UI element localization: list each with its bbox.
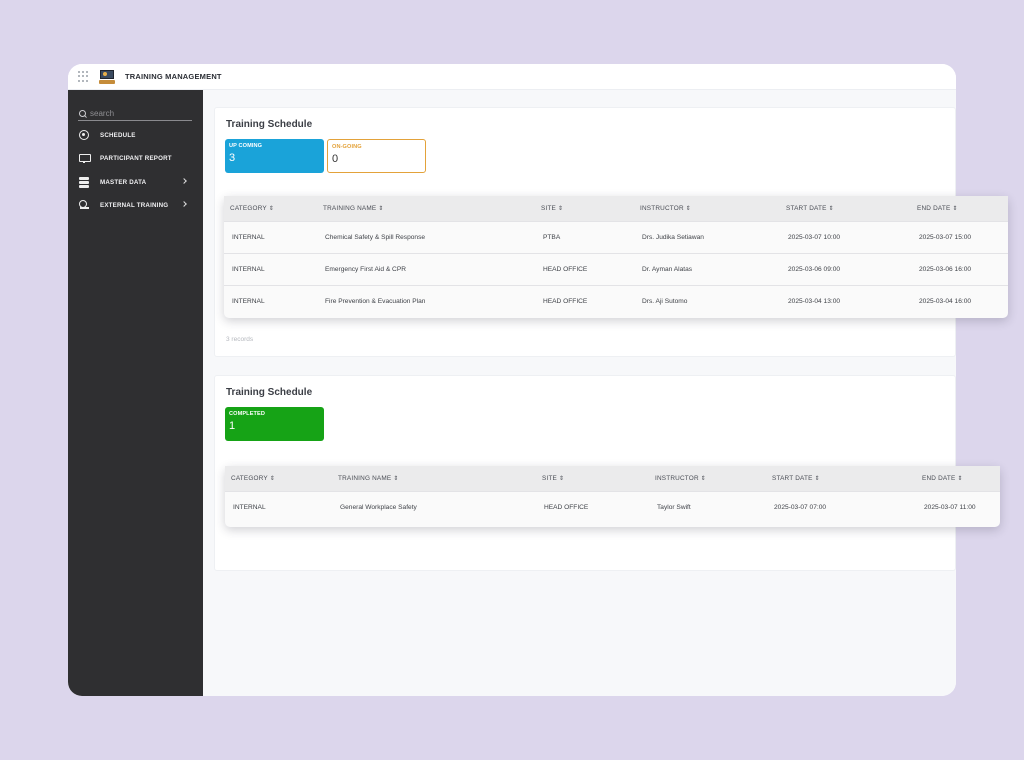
cell-site: HEAD OFFICE bbox=[536, 490, 649, 523]
app-window: TRAINING MANAGEMENT SCHEDULE PARTICIPANT… bbox=[68, 64, 956, 696]
table-row[interactable]: INTERNAL Fire Prevention & Evacuation Pl… bbox=[224, 284, 1008, 317]
sort-icon: ⇕ bbox=[814, 475, 820, 482]
sidebar-item-label: SCHEDULE bbox=[100, 131, 136, 139]
column-header-start-date[interactable]: START DATE ⇕ bbox=[766, 466, 916, 491]
sidebar-item-external-training[interactable]: EXTERNAL TRAINING bbox=[78, 198, 196, 212]
sidebar-item-schedule[interactable]: SCHEDULE bbox=[78, 128, 196, 142]
stat-card-upcoming[interactable]: UP COMING 3 bbox=[225, 139, 324, 173]
stat-card-completed[interactable]: COMPLETED 1 bbox=[225, 407, 324, 441]
stat-value: 3 bbox=[229, 152, 236, 164]
cell-category: INTERNAL bbox=[225, 490, 332, 523]
sidebar-item-label: EXTERNAL TRAINING bbox=[100, 201, 169, 209]
cell-site: HEAD OFFICE bbox=[535, 284, 634, 317]
column-header-start-date[interactable]: START DATE ⇕ bbox=[780, 196, 911, 221]
chevron-right-icon bbox=[181, 201, 187, 207]
cell-category: INTERNAL bbox=[224, 220, 317, 253]
upcoming-schedule-table: CATEGORY ⇕ TRAINING NAME ⇕ SITE ⇕ INSTRUCTO… bbox=[224, 196, 1008, 318]
stat-card-ongoing[interactable]: ON-GOING 0 bbox=[327, 139, 426, 173]
panel-title: Training Schedule bbox=[226, 387, 313, 398]
sort-icon: ⇕ bbox=[393, 475, 399, 482]
search-input[interactable] bbox=[90, 109, 190, 118]
cell-end-date: 2025-03-06 16:00 bbox=[911, 252, 1008, 285]
column-header-category[interactable]: CATEGORY ⇕ bbox=[224, 196, 317, 221]
sort-icon: ⇕ bbox=[828, 205, 834, 212]
column-header-instructor[interactable]: INSTRUCTOR ⇕ bbox=[634, 196, 780, 221]
sort-icon: ⇕ bbox=[685, 205, 692, 212]
panel-title: Training Schedule bbox=[226, 119, 313, 130]
cell-end-date: 2025-03-07 15:00 bbox=[911, 220, 1008, 253]
cell-site: PTBA bbox=[535, 220, 634, 253]
search-icon bbox=[79, 109, 87, 118]
column-header-site[interactable]: SITE ⇕ bbox=[535, 196, 634, 221]
table-row[interactable]: INTERNAL Emergency First Aid & CPR HEAD … bbox=[224, 252, 1008, 285]
stat-value: 1 bbox=[229, 420, 236, 432]
stat-label: ON-GOING bbox=[332, 144, 362, 150]
cell-start-date: 2025-03-06 09:00 bbox=[780, 252, 911, 285]
sort-icon: ⇕ bbox=[378, 205, 384, 212]
column-header-end-date[interactable]: END DATE ⇕ bbox=[911, 196, 1008, 221]
column-header-training-name[interactable]: TRAINING NAME ⇕ bbox=[317, 196, 535, 221]
cell-training-name: Chemical Safety & Spill Response bbox=[317, 220, 535, 253]
sort-icon: ⇕ bbox=[952, 205, 958, 212]
stat-label: COMPLETED bbox=[229, 411, 266, 417]
cell-training-name: Fire Prevention & Evacuation Plan bbox=[317, 284, 535, 317]
sidebar-item-master-data[interactable]: MASTER DATA bbox=[78, 175, 196, 189]
cell-instructor: Taylor Swift bbox=[649, 490, 766, 523]
sort-icon: ⇕ bbox=[957, 475, 963, 482]
main-content: Training Schedule UP COMING 3 ON-GOING 0… bbox=[203, 90, 956, 696]
sidebar-item-label: MASTER DATA bbox=[100, 178, 147, 186]
column-header-category[interactable]: CATEGORY ⇕ bbox=[225, 466, 332, 491]
cell-instructor: Drs. Judika Setiawan bbox=[634, 220, 780, 253]
top-bar: TRAINING MANAGEMENT bbox=[68, 64, 956, 90]
cell-category: INTERNAL bbox=[224, 284, 317, 317]
cell-training-name: Emergency First Aid & CPR bbox=[317, 252, 535, 285]
app-logo-icon bbox=[99, 69, 115, 85]
stat-value: 0 bbox=[332, 153, 339, 165]
column-header-site[interactable]: SITE ⇕ bbox=[536, 466, 649, 491]
app-title: TRAINING MANAGEMENT bbox=[125, 72, 222, 81]
table-row[interactable]: INTERNAL General Workplace Safety HEAD O… bbox=[225, 490, 1000, 523]
cell-site: HEAD OFFICE bbox=[535, 252, 634, 285]
cell-start-date: 2025-03-04 13:00 bbox=[780, 284, 911, 317]
cell-start-date: 2025-03-07 07:00 bbox=[766, 490, 916, 523]
table-header-row: CATEGORY ⇕ TRAINING NAME ⇕ SITE ⇕ INSTRUCTO… bbox=[224, 196, 1008, 221]
chevron-right-icon bbox=[181, 178, 187, 184]
external-user-icon bbox=[78, 199, 90, 211]
clock-icon bbox=[78, 129, 90, 141]
stat-label: UP COMING bbox=[229, 143, 263, 149]
app-grid-icon[interactable] bbox=[78, 70, 90, 83]
column-header-instructor[interactable]: INSTRUCTOR ⇕ bbox=[649, 466, 766, 491]
sort-icon: ⇕ bbox=[700, 475, 707, 482]
cell-instructor: Dr. Ayman Alatas bbox=[634, 252, 780, 285]
cell-instructor: Drs. Aji Sutomo bbox=[634, 284, 780, 317]
sort-icon: ⇕ bbox=[559, 475, 565, 482]
table-row[interactable]: INTERNAL Chemical Safety & Spill Respons… bbox=[224, 220, 1008, 253]
sidebar: SCHEDULE PARTICIPANT REPORT MASTER DATA … bbox=[68, 90, 203, 696]
sidebar-search bbox=[78, 107, 192, 121]
table-header-row: CATEGORY ⇕ TRAINING NAME ⇕ SITE ⇕ INSTRUCTO… bbox=[225, 466, 1000, 491]
sidebar-item-participant-report[interactable]: PARTICIPANT REPORT bbox=[78, 151, 196, 165]
database-icon bbox=[78, 176, 90, 188]
cell-start-date: 2025-03-07 10:00 bbox=[780, 220, 911, 253]
sidebar-item-label: PARTICIPANT REPORT bbox=[100, 154, 172, 162]
cell-category: INTERNAL bbox=[224, 252, 317, 285]
sort-icon: ⇕ bbox=[268, 205, 275, 212]
monitor-report-icon bbox=[78, 152, 91, 164]
sort-icon: ⇕ bbox=[558, 205, 564, 212]
sort-icon: ⇕ bbox=[269, 475, 276, 482]
cell-end-date: 2025-03-07 11:00 bbox=[916, 490, 1000, 523]
cell-training-name: General Workplace Safety bbox=[332, 490, 536, 523]
completed-schedule-table: CATEGORY ⇕ TRAINING NAME ⇕ SITE ⇕ INSTRUCTO… bbox=[225, 466, 1000, 527]
column-header-training-name[interactable]: TRAINING NAME ⇕ bbox=[332, 466, 536, 491]
records-count: 3 records bbox=[226, 336, 254, 343]
column-header-end-date[interactable]: END DATE ⇕ bbox=[916, 466, 1000, 491]
cell-end-date: 2025-03-04 16:00 bbox=[911, 284, 1008, 317]
